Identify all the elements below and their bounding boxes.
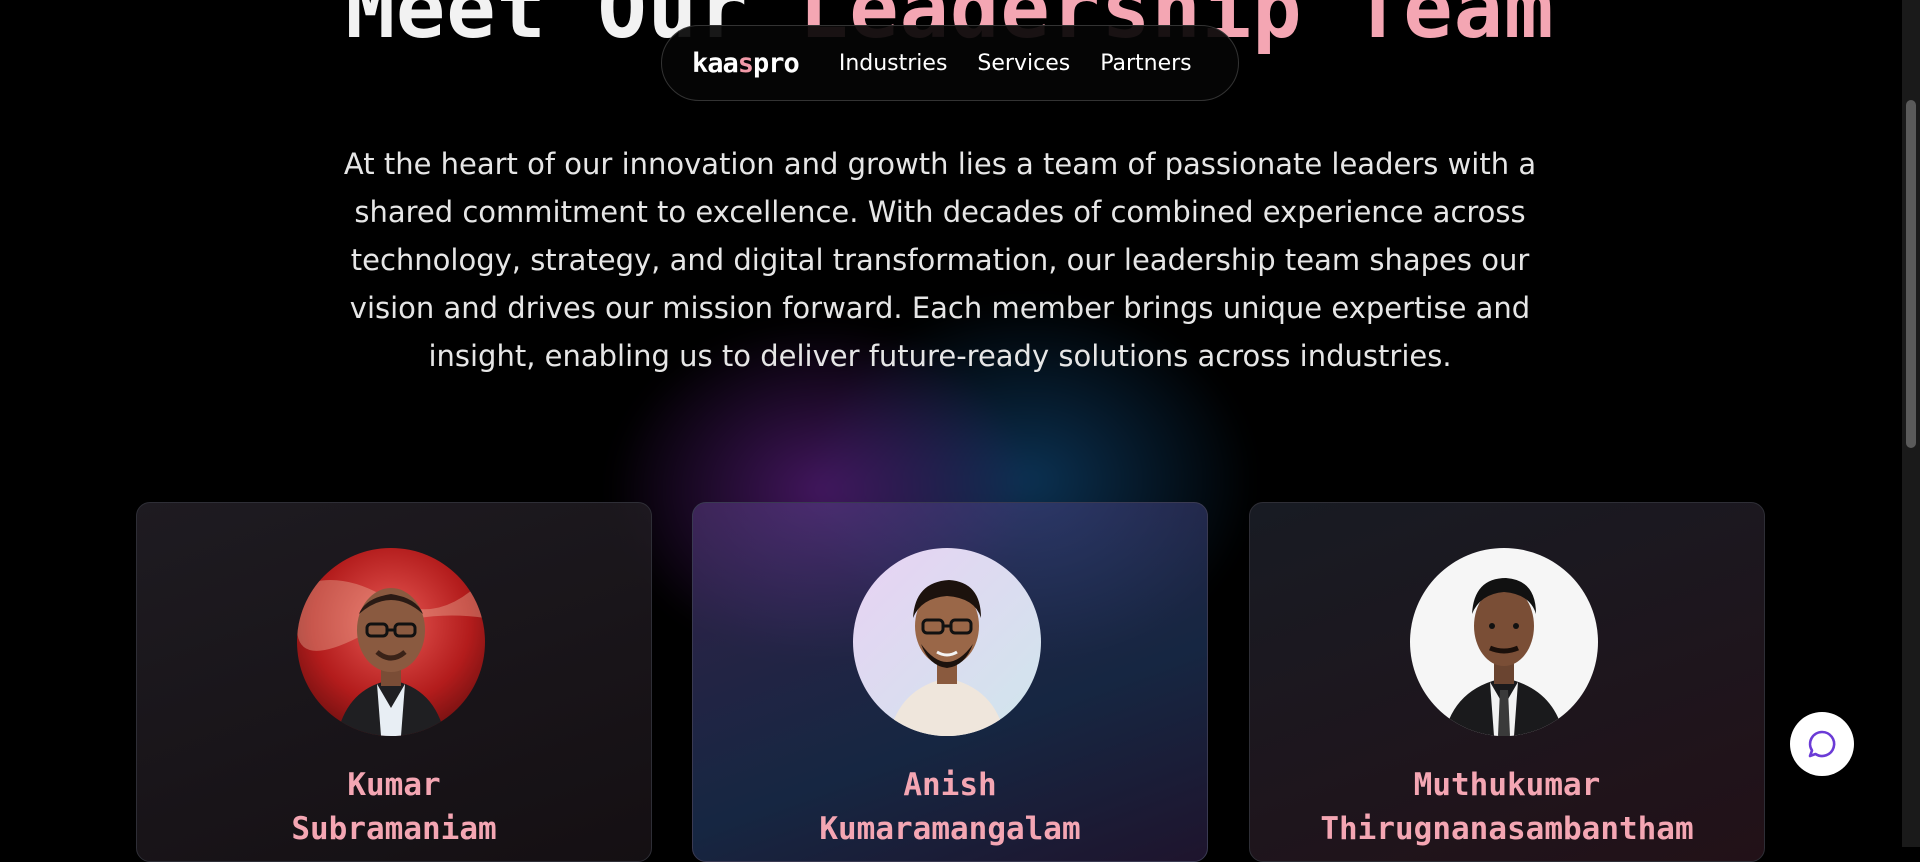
leader-last-name: Kumaramangalam	[819, 811, 1081, 847]
person-avatar-icon	[853, 548, 1041, 736]
leader-card-anish[interactable]: Anish Kumaramangalam	[692, 502, 1208, 862]
leader-photo	[297, 548, 485, 736]
nav-link-partners[interactable]: Partners	[1100, 51, 1191, 76]
person-avatar-icon	[297, 548, 485, 736]
leader-card-muthukumar[interactable]: Muthukumar Thirugnanasambantham	[1249, 502, 1765, 862]
kaaspro-logo[interactable]: kaaspro	[692, 47, 800, 79]
nav-link-services[interactable]: Services	[977, 51, 1070, 76]
leader-last-name: Thirugnanasambantham	[1320, 811, 1694, 847]
leader-name: Muthukumar Thirugnanasambantham	[1250, 763, 1764, 851]
leader-name: Anish Kumaramangalam	[693, 763, 1207, 851]
top-navbar: kaaspro Industries Services Partners	[661, 25, 1239, 101]
leader-card-kumar[interactable]: Kumar Subramaniam	[136, 502, 652, 862]
leader-last-name: Subramaniam	[291, 811, 497, 847]
nav-link-industries[interactable]: Industries	[839, 51, 948, 76]
intro-paragraph: At the heart of our innovation and growt…	[343, 147, 1537, 373]
chat-button[interactable]	[1790, 712, 1854, 776]
person-avatar-icon	[1410, 548, 1598, 736]
scrollbar-thumb[interactable]	[1906, 100, 1916, 448]
leader-name: Kumar Subramaniam	[137, 763, 651, 851]
logo-text-accent: s	[737, 47, 754, 79]
leader-first-name: Anish	[903, 767, 997, 803]
leader-photo	[853, 548, 1041, 736]
leader-photo	[1410, 548, 1598, 736]
logo-text-start: kaa	[692, 47, 739, 79]
leader-first-name: Kumar	[347, 767, 441, 803]
chat-bubble-icon	[1808, 730, 1836, 758]
page-scrollbar[interactable]	[1902, 0, 1920, 847]
leader-first-name: Muthukumar	[1413, 767, 1601, 803]
logo-text-end: pro	[753, 47, 800, 79]
